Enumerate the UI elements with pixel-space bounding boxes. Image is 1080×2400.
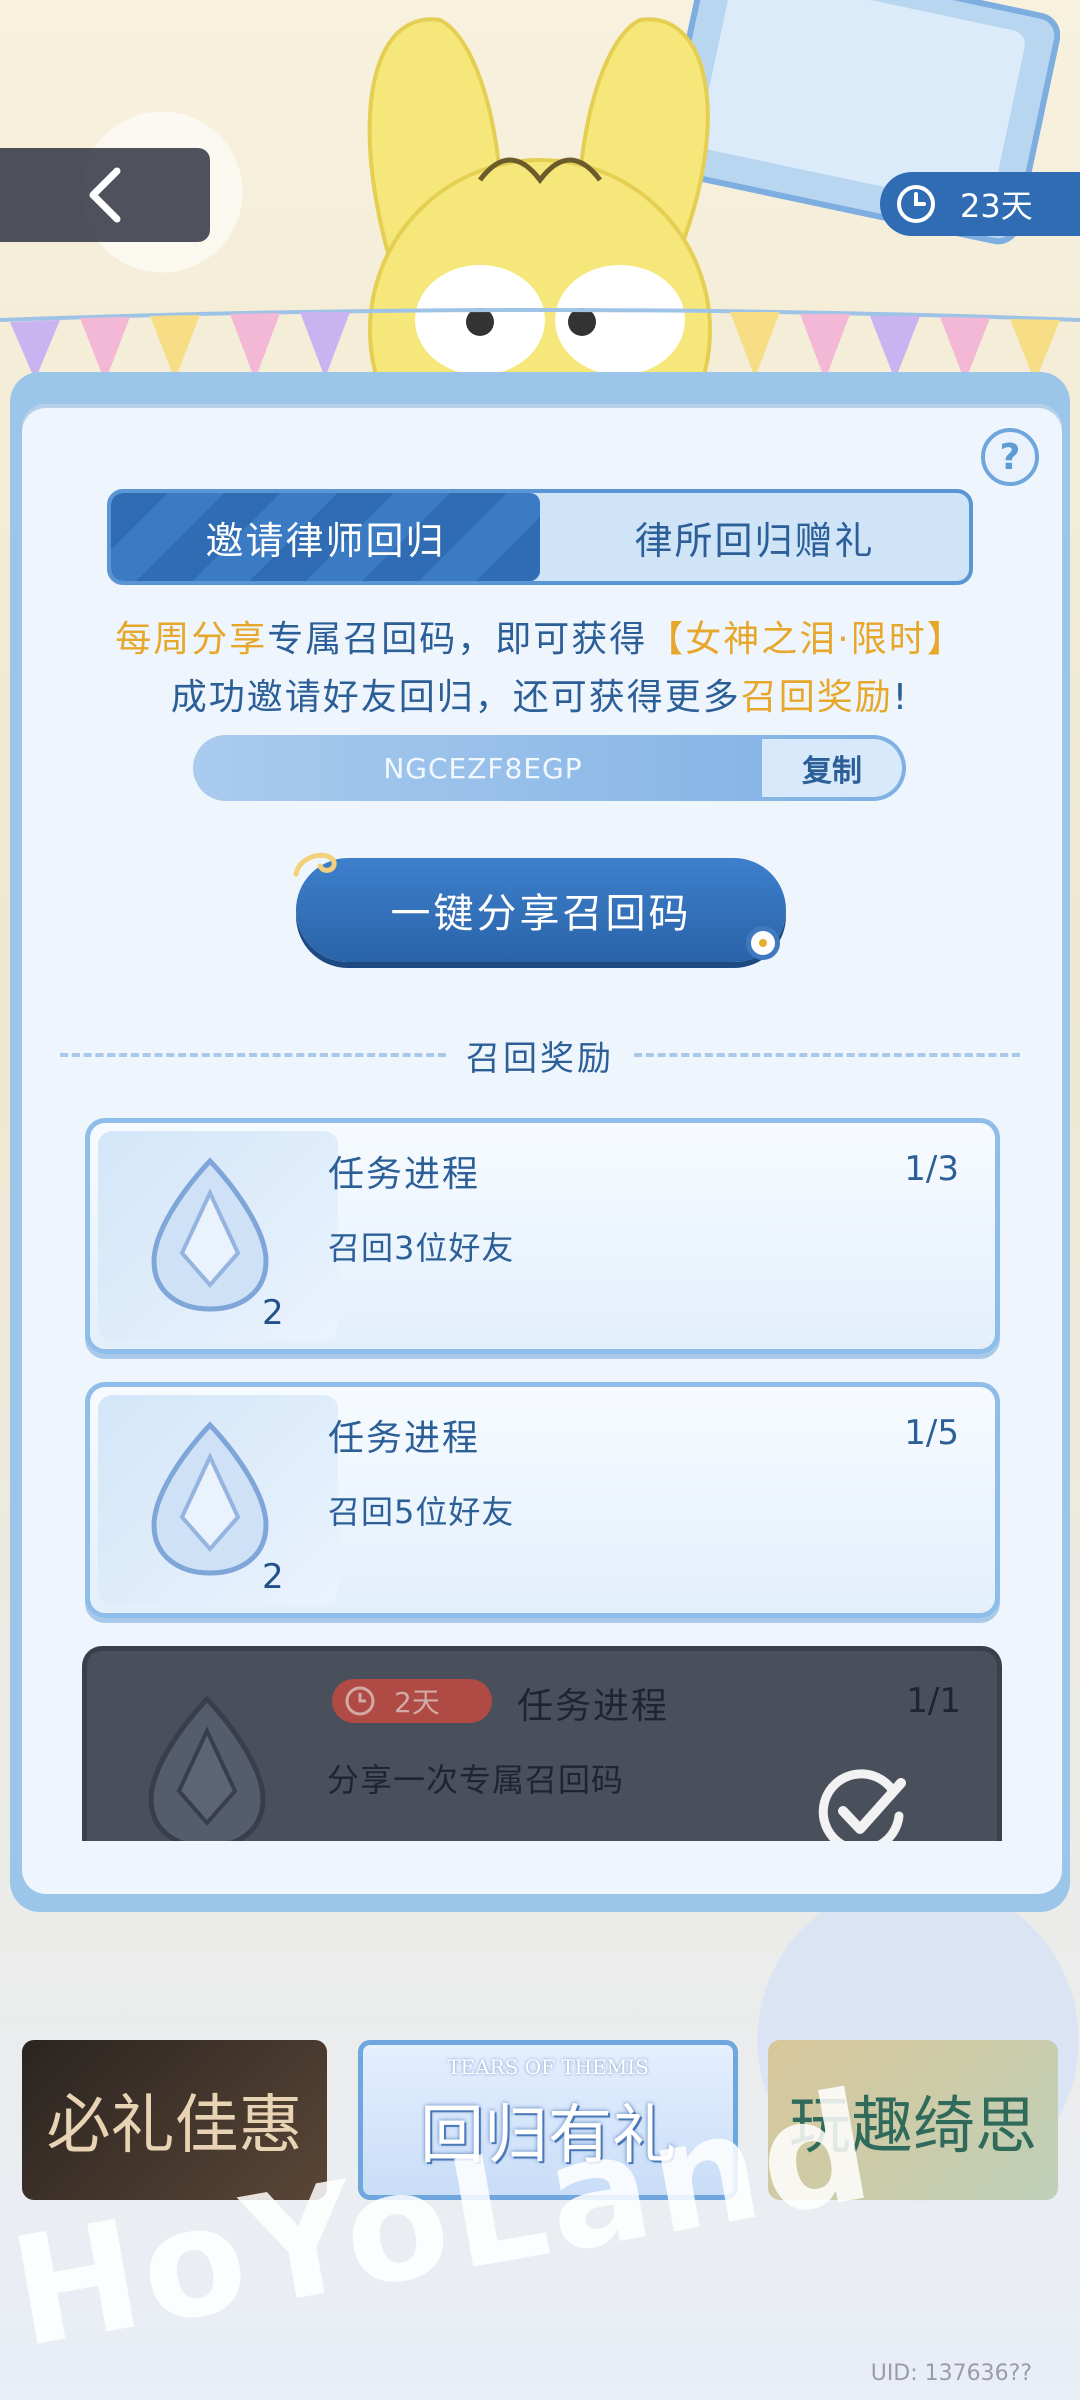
share-recall-code-button[interactable]: 一键分享召回码 — [293, 852, 786, 962]
info-line-1: 每周分享专属召回码，即可获得【女神之泪·限时】 — [115, 619, 965, 660]
teardrop-gem-icon — [151, 1421, 269, 1576]
completed-check-icon — [818, 1769, 906, 1841]
section-title: 召回奖励 — [466, 1038, 614, 1079]
task-title: 任务进程 — [517, 1686, 670, 1727]
teardrop-gem-icon — [151, 1157, 269, 1312]
reward-quantity: 2 — [262, 1293, 284, 1333]
help-button[interactable]: ? — [981, 428, 1039, 486]
banner-subtitle: TEARS OF THEMIS — [447, 2055, 649, 2079]
chevron-left-icon — [89, 167, 121, 223]
info-line-2: 成功邀请好友回归，还可获得更多召回奖励! — [170, 677, 910, 718]
recall-code-field: NGCEZF8EGP 复制 — [193, 735, 906, 801]
uid-text: UID: 137636?? — [870, 2361, 1032, 2386]
timer-text: 23天 — [960, 187, 1033, 225]
task-title: 任务进程 — [328, 1418, 481, 1459]
clock-icon — [897, 185, 935, 223]
section-divider: 召回奖励 — [60, 1030, 1020, 1080]
reward-card[interactable]: 2 任务进程 1/3 召回3位好友 — [85, 1118, 1000, 1354]
expire-text: 2天 — [394, 1686, 440, 1719]
divider-line-left — [60, 1053, 446, 1057]
teardrop-gem-icon — [148, 1695, 266, 1841]
task-progress: 1/3 — [904, 1149, 959, 1189]
task-description: 分享一次专属召回码 — [327, 1761, 625, 1799]
tab-invite-lawyer[interactable]: 邀请律师回归 — [111, 493, 540, 581]
task-title: 任务进程 — [328, 1154, 481, 1195]
task-progress: 1/5 — [904, 1413, 959, 1453]
copy-button[interactable]: 复制 — [762, 739, 902, 797]
button-ornament-icon — [746, 926, 780, 960]
share-button-label: 一键分享召回码 — [390, 891, 692, 937]
reward-card[interactable]: 2 任务进程 1/5 召回5位好友 — [85, 1382, 1000, 1618]
reward-card-completed[interactable]: 2天 任务进程 1/1 分享一次专属召回码 — [82, 1646, 1002, 1841]
event-timer: 23天 — [880, 172, 1080, 236]
divider-line-right — [634, 1053, 1020, 1057]
clock-icon — [345, 1686, 375, 1716]
swirl-ornament-icon — [293, 852, 337, 877]
recall-code-value: NGCEZF8EGP — [383, 751, 583, 785]
expire-badge: 2天 — [332, 1679, 492, 1723]
banner-title: 必礼佳惠 — [46, 2089, 303, 2163]
tab-return-gift[interactable]: 律所回归赠礼 — [540, 493, 969, 581]
reward-quantity: 2 — [262, 1557, 284, 1597]
task-progress: 1/1 — [906, 1681, 961, 1721]
tab-bar: 邀请律师回归 律所回归赠礼 — [107, 489, 973, 585]
back-button[interactable] — [0, 148, 210, 242]
task-description: 召回3位好友 — [328, 1229, 515, 1267]
task-description: 召回5位好友 — [328, 1493, 515, 1531]
